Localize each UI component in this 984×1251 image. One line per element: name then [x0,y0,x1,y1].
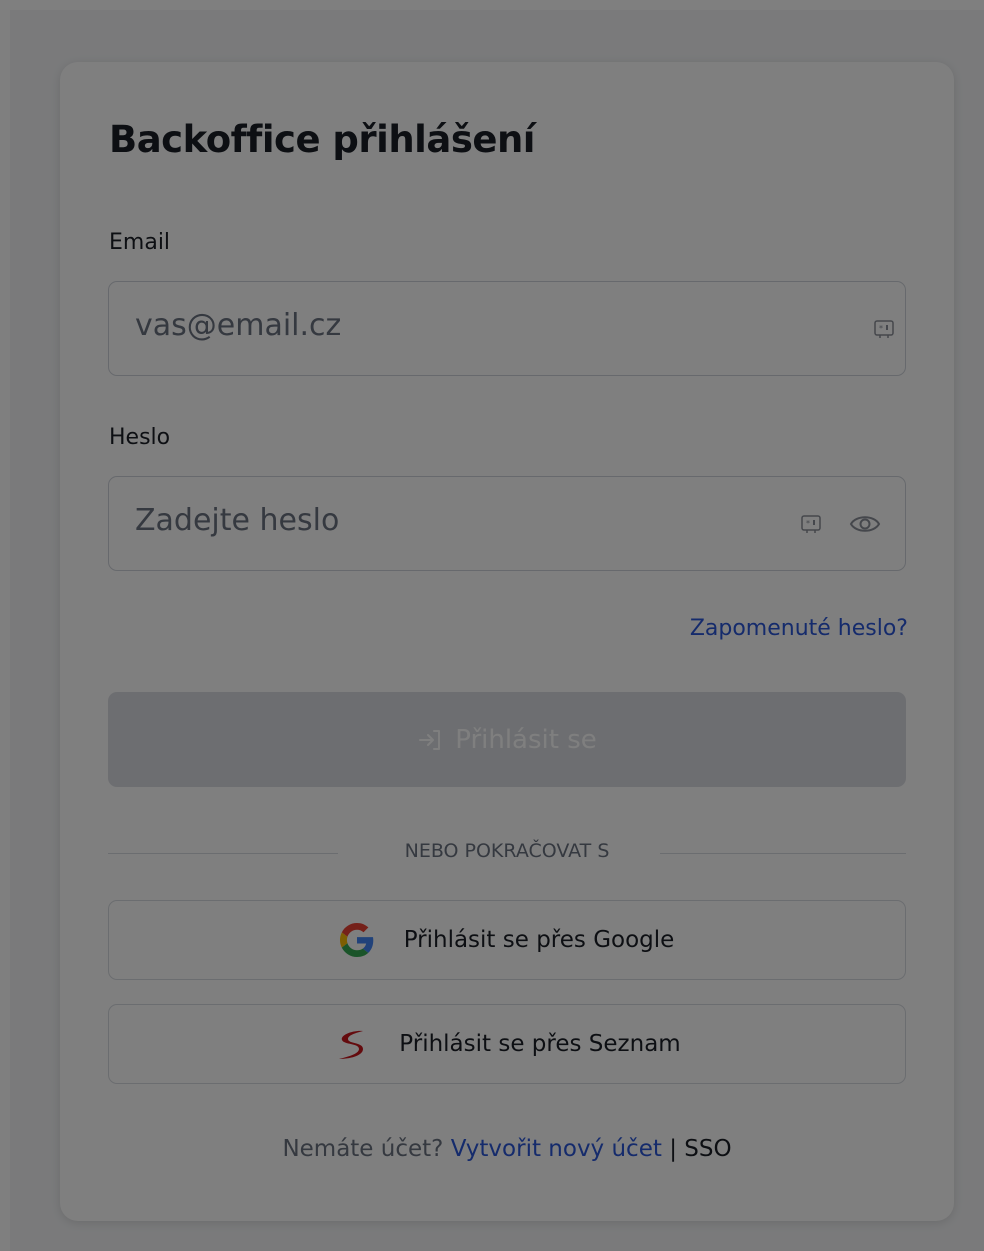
svg-text:*: * [879,324,883,333]
login-button-label: Přihlásit se [455,724,597,755]
seznam-login-button[interactable]: Přihlásit se přes Seznam [108,1004,906,1084]
signup-prompt: Nemáte účet? [282,1136,444,1162]
divider-text: NEBO POKRAČOVAT S [404,840,610,862]
seznam-login-label: Přihlásit se přes Seznam [399,1031,681,1057]
seznam-logo-icon [339,1030,364,1059]
page-title: Backoffice přihlášení [109,118,535,161]
password-label: Heslo [109,425,171,450]
footer-separator: | [669,1136,677,1162]
google-login-button[interactable]: Přihlásit se přes Google [108,900,906,980]
sso-link[interactable]: SSO [684,1136,731,1162]
forgot-password-link[interactable]: Zapomenuté heslo? [611,590,945,667]
password-placeholder: Zadejte heslo [135,503,340,538]
signup-footer: Nemáte účet? Vytvořit nový účet | SSO [60,1136,954,1162]
contact-card-icon[interactable]: * [799,512,823,536]
divider: NEBO POKRAČOVAT S [108,838,906,868]
google-login-label: Přihlásit se přes Google [403,927,675,953]
google-logo-icon [339,923,373,957]
login-card: Backoffice přihlášení Email vas@email.cz… [60,62,954,1221]
password-field[interactable]: Zadejte heslo * [108,476,906,571]
create-account-link[interactable]: Vytvořit nový účet [451,1136,662,1162]
email-placeholder: vas@email.cz [135,308,342,343]
login-button[interactable]: Přihlásit se [108,692,906,787]
email-field[interactable]: vas@email.cz * [108,281,906,376]
email-label: Email [109,230,171,255]
eye-icon[interactable] [849,511,881,537]
contact-card-icon[interactable]: * [872,317,896,341]
login-arrow-icon [419,729,441,750]
svg-text:*: * [806,519,810,528]
divider-line-right [660,853,906,854]
